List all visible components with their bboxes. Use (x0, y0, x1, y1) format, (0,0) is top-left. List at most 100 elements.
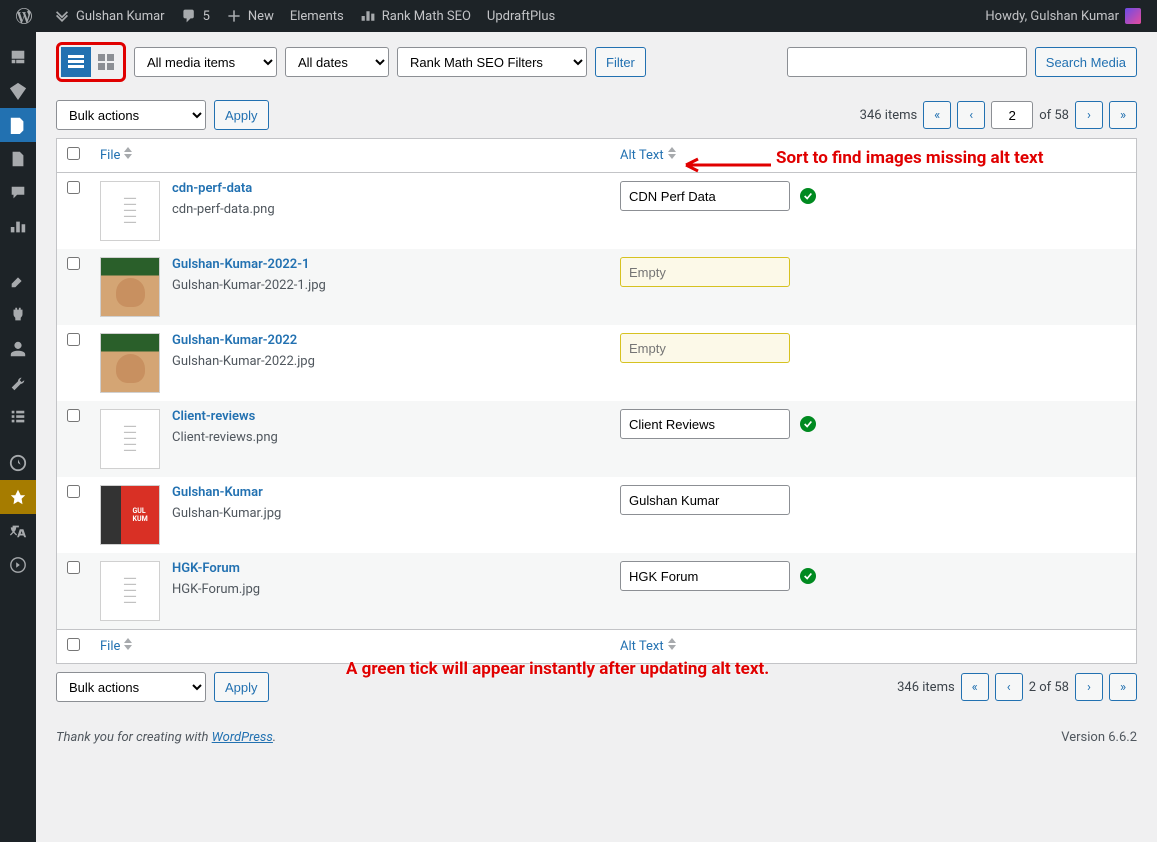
thumbnail[interactable]: ━━━━━━━━━━━━━━━━━━━━ (100, 409, 160, 469)
alt-text-input[interactable] (620, 485, 790, 515)
prev-page-button-bottom[interactable]: ‹ (995, 673, 1023, 701)
media-table: File Alt Text ━━━━━━━━━━━━━━━━━━━━ cdn-pe… (56, 138, 1137, 664)
thumbnail[interactable]: GULKUM (100, 485, 160, 545)
file-column-sort-bottom[interactable]: File (100, 638, 132, 654)
table-row: GULKUMGulshan-KumarGulshan-Kumar.jpg (57, 477, 1137, 553)
sidebar-dashboard[interactable] (0, 40, 36, 74)
row-checkbox[interactable] (67, 409, 80, 422)
file-title-link[interactable]: Client-reviews (172, 409, 255, 424)
table-row: ━━━━━━━━━━━━━━━━━━━━ HGK-Forum HGK-Forum.j… (57, 553, 1137, 630)
dates-select[interactable]: All dates (285, 47, 389, 77)
last-page-button[interactable]: » (1109, 101, 1137, 129)
sidebar-comments[interactable] (0, 176, 36, 210)
items-count: 346 items (860, 108, 918, 123)
file-title-link[interactable]: Gulshan-Kumar (172, 485, 263, 500)
file-name: Client-reviews.png (172, 430, 278, 445)
updraftplus-link[interactable]: UpdraftPlus (479, 0, 563, 32)
new-button[interactable]: New (218, 0, 282, 32)
alt-text-input[interactable] (620, 561, 790, 591)
admin-bar: Gulshan Kumar 5 New Elements Rank Math S… (0, 0, 1157, 32)
wp-logo[interactable] (8, 0, 46, 32)
file-name: HGK-Forum.jpg (172, 582, 260, 597)
site-name[interactable]: Gulshan Kumar (46, 0, 173, 32)
next-page-button[interactable]: › (1075, 101, 1103, 129)
media-rows: ━━━━━━━━━━━━━━━━━━━━ cdn-perf-data cdn-per… (57, 173, 1137, 630)
tick-icon (800, 568, 816, 584)
row-checkbox[interactable] (67, 181, 80, 194)
file-column-sort[interactable]: File (100, 147, 132, 163)
sidebar-appearance[interactable] (0, 264, 36, 298)
row-checkbox[interactable] (67, 485, 80, 498)
filter-bar: All media items All dates Rank Math SEO … (56, 32, 1137, 92)
media-type-select[interactable]: All media items (134, 47, 277, 77)
thumbnail[interactable] (100, 257, 160, 317)
howdy-user[interactable]: Howdy, Gulshan Kumar (977, 0, 1149, 32)
total-pages: of 58 (1039, 108, 1069, 123)
tablenav-top: Bulk actions Apply 346 items « ‹ of 58 ›… (56, 92, 1137, 138)
first-page-button[interactable]: « (923, 101, 951, 129)
table-row: Gulshan-Kumar-2022 Gulshan-Kumar-2022.jpg (57, 325, 1137, 401)
alt-text-column-sort-bottom[interactable]: Alt Text (620, 638, 676, 654)
sidebar-users[interactable] (0, 332, 36, 366)
apply-button-bottom[interactable]: Apply (214, 672, 269, 702)
search-input[interactable] (787, 47, 1027, 77)
sidebar-collapse[interactable] (0, 548, 36, 582)
alt-text-input[interactable] (620, 333, 790, 363)
alt-text-input[interactable] (620, 409, 790, 439)
wordpress-link[interactable]: WordPress (212, 730, 273, 745)
bulk-actions-select-bottom[interactable]: Bulk actions (56, 672, 206, 702)
file-name: Gulshan-Kumar-2022.jpg (172, 354, 315, 369)
last-page-button-bottom[interactable]: » (1109, 673, 1137, 701)
first-page-button-bottom[interactable]: « (961, 673, 989, 701)
alt-text-column-sort[interactable]: Alt Text (620, 147, 676, 163)
current-page-input[interactable] (991, 101, 1033, 129)
elements-link[interactable]: Elements (282, 0, 352, 32)
row-checkbox[interactable] (67, 257, 80, 270)
next-page-button-bottom[interactable]: › (1075, 673, 1103, 701)
thumbnail[interactable]: ━━━━━━━━━━━━━━━━━━━━ (100, 561, 160, 621)
apply-button[interactable]: Apply (214, 100, 269, 130)
sidebar-pages[interactable] (0, 142, 36, 176)
file-title-link[interactable]: Gulshan-Kumar-2022-1 (172, 257, 309, 272)
select-all-checkbox-bottom[interactable] (67, 638, 80, 651)
list-view-button[interactable] (61, 47, 91, 77)
file-name: Gulshan-Kumar-2022-1.jpg (172, 278, 326, 293)
rankmath-filter-select[interactable]: Rank Math SEO Filters (397, 47, 587, 77)
file-title-link[interactable]: HGK-Forum (172, 561, 240, 576)
sidebar-wp-plugin[interactable] (0, 480, 36, 514)
sidebar-settings[interactable] (0, 400, 36, 434)
version-text: Version 6.6.2 (1061, 730, 1137, 745)
bulk-actions-select[interactable]: Bulk actions (56, 100, 206, 130)
avatar (1125, 8, 1141, 24)
row-checkbox[interactable] (67, 333, 80, 346)
file-title-link[interactable]: Gulshan-Kumar-2022 (172, 333, 297, 348)
sidebar-tools[interactable] (0, 366, 36, 400)
sidebar-updraft[interactable] (0, 446, 36, 480)
tick-icon (800, 188, 816, 204)
table-row: ━━━━━━━━━━━━━━━━━━━━ Client-reviews Client… (57, 401, 1137, 477)
thumbnail[interactable] (100, 333, 160, 393)
sidebar-plugins[interactable] (0, 298, 36, 332)
tick-icon (800, 416, 816, 432)
sidebar-media[interactable] (0, 108, 36, 142)
thumbnail[interactable]: ━━━━━━━━━━━━━━━━━━━━ (100, 181, 160, 241)
file-title-link[interactable]: cdn-perf-data (172, 181, 252, 196)
sidebar-translate[interactable] (0, 514, 36, 548)
page-range: 2 of 58 (1029, 680, 1069, 695)
search-media-button[interactable]: Search Media (1035, 47, 1137, 77)
sidebar-posts[interactable] (0, 74, 36, 108)
sidebar-analytics[interactable] (0, 210, 36, 244)
rankmath-link[interactable]: Rank Math SEO (352, 0, 479, 32)
select-all-checkbox[interactable] (67, 147, 80, 160)
prev-page-button[interactable]: ‹ (957, 101, 985, 129)
view-mode-highlight (56, 42, 126, 82)
table-row: Gulshan-Kumar-2022-1 Gulshan-Kumar-2022-1… (57, 249, 1137, 325)
table-row: ━━━━━━━━━━━━━━━━━━━━ cdn-perf-data cdn-per… (57, 173, 1137, 250)
grid-view-button[interactable] (91, 47, 121, 77)
filter-button[interactable]: Filter (595, 47, 646, 77)
comments-count[interactable]: 5 (173, 0, 218, 32)
alt-text-input[interactable] (620, 257, 790, 287)
row-checkbox[interactable] (67, 561, 80, 574)
file-name: cdn-perf-data.png (172, 202, 275, 217)
alt-text-input[interactable] (620, 181, 790, 211)
